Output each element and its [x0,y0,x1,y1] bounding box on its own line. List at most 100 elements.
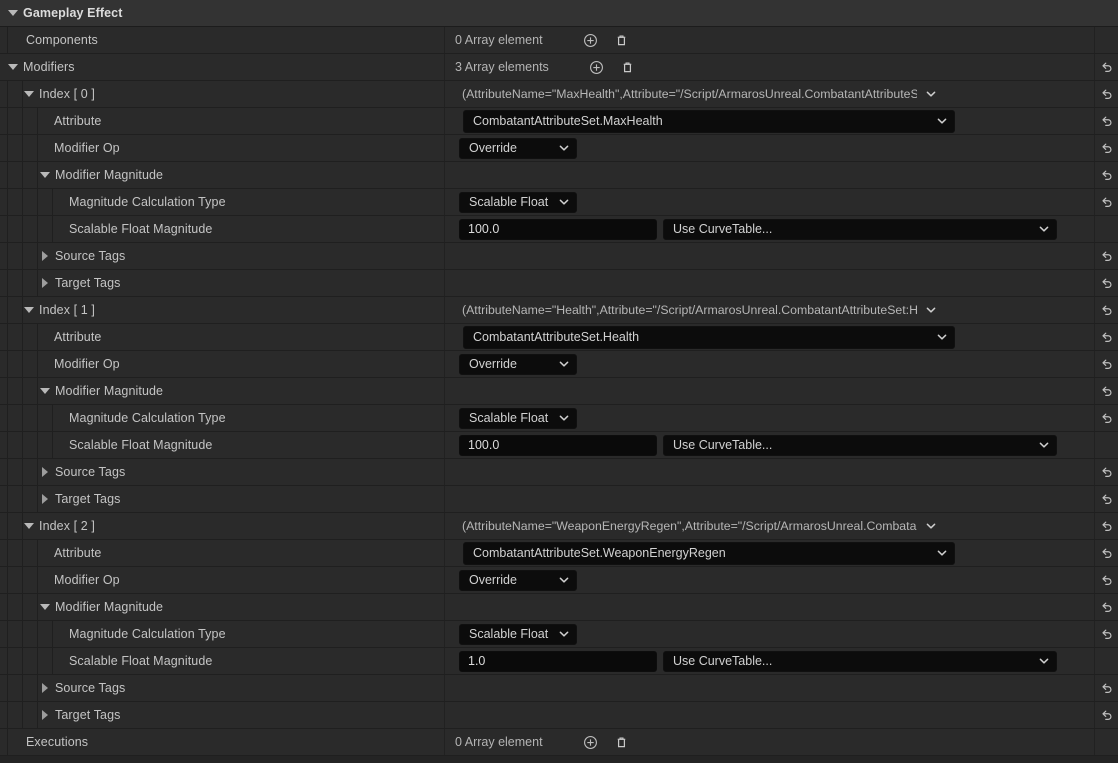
row-attribute-1[interactable]: Attribute CombatantAttributeSet.Health [0,324,1118,351]
revert-target-tags-2[interactable] [1094,702,1118,728]
chevron-down-icon[interactable] [1036,223,1052,235]
row-scalable-float-magnitude-1[interactable]: Scalable Float Magnitude 100.0 Use Curve… [0,432,1118,459]
expander-modifier-magnitude-2[interactable] [38,600,52,614]
expander-index-1[interactable] [22,303,36,317]
delete-array-icon[interactable] [614,734,630,750]
attribute-dropdown-0[interactable]: CombatantAttributeSet.MaxHealth [463,110,955,133]
chevron-down-icon[interactable] [1036,439,1052,451]
chevron-down-icon[interactable] [923,520,939,532]
expander-modifier-magnitude-0[interactable] [38,168,52,182]
chevron-down-icon[interactable] [934,331,950,343]
revert-index-0[interactable] [1094,81,1118,107]
row-modifier-op-2[interactable]: Modifier Op Override [0,567,1118,594]
revert-magnitude-calculation-type-0[interactable] [1094,189,1118,215]
curve-table-dropdown-1[interactable]: Use CurveTable... [663,435,1057,456]
revert-modifier-op-2[interactable] [1094,567,1118,593]
revert-attribute-0[interactable] [1094,108,1118,134]
category-header-gameplay-effect[interactable]: Gameplay Effect [0,0,1118,27]
add-array-element-icon[interactable] [589,59,605,75]
row-modifier-op-1[interactable]: Modifier Op Override [0,351,1118,378]
revert-attribute-1[interactable] [1094,324,1118,350]
expander-gameplay-effect[interactable] [6,6,20,20]
magnitude-calculation-type-dropdown-2[interactable]: Scalable Float [459,624,577,645]
revert-index-2[interactable] [1094,513,1118,539]
row-attribute-0[interactable]: Attribute CombatantAttributeSet.MaxHealt… [0,108,1118,135]
revert-source-tags-1[interactable] [1094,459,1118,485]
attribute-dropdown-1[interactable]: CombatantAttributeSet.Health [463,326,955,349]
modifier-op-dropdown-2[interactable]: Override [459,570,577,591]
chevron-down-icon[interactable] [556,196,572,208]
magnitude-calculation-type-dropdown-0[interactable]: Scalable Float [459,192,577,213]
expander-target-tags-1[interactable] [38,492,52,506]
row-attribute-2[interactable]: Attribute CombatantAttributeSet.WeaponEn… [0,540,1118,567]
row-modifier-magnitude-0[interactable]: Modifier Magnitude [0,162,1118,189]
revert-target-tags-1[interactable] [1094,486,1118,512]
revert-magnitude-calculation-type-1[interactable] [1094,405,1118,431]
delete-array-icon[interactable] [614,32,630,48]
row-components[interactable]: Components 0 Array element [0,27,1118,54]
modifier-op-dropdown-1[interactable]: Override [459,354,577,375]
curve-table-dropdown-2[interactable]: Use CurveTable... [663,651,1057,672]
revert-modifier-op-0[interactable] [1094,135,1118,161]
chevron-down-icon[interactable] [556,358,572,370]
scalable-float-value-input-0[interactable]: 100.0 [459,219,657,240]
modifier-summary-1[interactable]: (AttributeName="Health",Attribute="/Scri… [453,298,943,323]
chevron-down-icon[interactable] [1036,655,1052,667]
row-magnitude-calculation-type-1[interactable]: Magnitude Calculation Type Scalable Floa… [0,405,1118,432]
expander-index-0[interactable] [22,87,36,101]
row-modifier-magnitude-2[interactable]: Modifier Magnitude [0,594,1118,621]
scalable-float-value-input-2[interactable]: 1.0 [459,651,657,672]
chevron-down-icon[interactable] [934,547,950,559]
add-array-element-icon[interactable] [583,32,599,48]
row-scalable-float-magnitude-2[interactable]: Scalable Float Magnitude 1.0 Use CurveTa… [0,648,1118,675]
modifier-summary-0[interactable]: (AttributeName="MaxHealth",Attribute="/S… [453,82,943,107]
revert-modifier-op-1[interactable] [1094,351,1118,377]
modifier-summary-2[interactable]: (AttributeName="WeaponEnergyRegen",Attri… [453,514,943,539]
revert-target-tags-0[interactable] [1094,270,1118,296]
expander-modifier-magnitude-1[interactable] [38,384,52,398]
row-target-tags-0[interactable]: Target Tags [0,270,1118,297]
row-target-tags-1[interactable]: Target Tags [0,486,1118,513]
expander-modifiers[interactable] [6,60,20,74]
chevron-down-icon[interactable] [934,115,950,127]
row-executions[interactable]: Executions 0 Array element [0,729,1118,756]
row-modifiers[interactable]: Modifiers 3 Array elements [0,54,1118,81]
expander-target-tags-0[interactable] [38,276,52,290]
expander-source-tags-0[interactable] [38,249,52,263]
chevron-down-icon[interactable] [923,304,939,316]
chevron-down-icon[interactable] [556,142,572,154]
chevron-down-icon[interactable] [923,88,939,100]
add-array-element-icon[interactable] [583,734,599,750]
revert-modifier-magnitude-1[interactable] [1094,378,1118,404]
row-modifier-magnitude-1[interactable]: Modifier Magnitude [0,378,1118,405]
row-modifier-op-0[interactable]: Modifier Op Override [0,135,1118,162]
revert-index-1[interactable] [1094,297,1118,323]
magnitude-calculation-type-dropdown-1[interactable]: Scalable Float [459,408,577,429]
revert-modifiers[interactable] [1094,54,1118,80]
chevron-down-icon[interactable] [556,412,572,424]
revert-modifier-magnitude-0[interactable] [1094,162,1118,188]
row-source-tags-0[interactable]: Source Tags [0,243,1118,270]
row-target-tags-2[interactable]: Target Tags [0,702,1118,729]
expander-source-tags-1[interactable] [38,465,52,479]
revert-source-tags-2[interactable] [1094,675,1118,701]
expander-source-tags-2[interactable] [38,681,52,695]
revert-modifier-magnitude-2[interactable] [1094,594,1118,620]
revert-magnitude-calculation-type-2[interactable] [1094,621,1118,647]
delete-array-icon[interactable] [620,59,636,75]
attribute-dropdown-2[interactable]: CombatantAttributeSet.WeaponEnergyRegen [463,542,955,565]
revert-source-tags-0[interactable] [1094,243,1118,269]
chevron-down-icon[interactable] [556,574,572,586]
row-modifier-index-1[interactable]: Index [ 1 ] (AttributeName="Health",Attr… [0,297,1118,324]
row-modifier-index-0[interactable]: Index [ 0 ] (AttributeName="MaxHealth",A… [0,81,1118,108]
expander-target-tags-2[interactable] [38,708,52,722]
row-magnitude-calculation-type-2[interactable]: Magnitude Calculation Type Scalable Floa… [0,621,1118,648]
scalable-float-value-input-1[interactable]: 100.0 [459,435,657,456]
row-magnitude-calculation-type-0[interactable]: Magnitude Calculation Type Scalable Floa… [0,189,1118,216]
row-modifier-index-2[interactable]: Index [ 2 ] (AttributeName="WeaponEnergy… [0,513,1118,540]
row-scalable-float-magnitude-0[interactable]: Scalable Float Magnitude 100.0 Use Curve… [0,216,1118,243]
chevron-down-icon[interactable] [556,628,572,640]
curve-table-dropdown-0[interactable]: Use CurveTable... [663,219,1057,240]
modifier-op-dropdown-0[interactable]: Override [459,138,577,159]
row-source-tags-2[interactable]: Source Tags [0,675,1118,702]
